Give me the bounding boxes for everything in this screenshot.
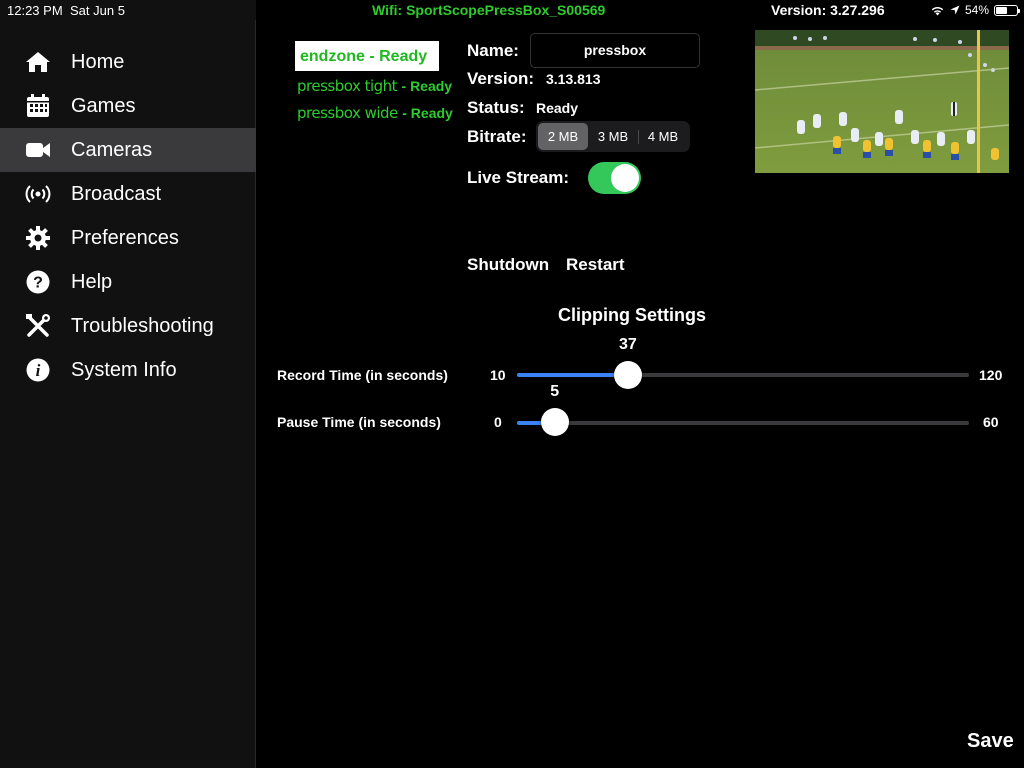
camera-name: endzone	[300, 48, 365, 65]
status-bar: 12:23 PM Sat Jun 5 Wifi: SportScopePress…	[0, 0, 1024, 20]
camera-status: - Ready	[369, 48, 428, 65]
pause-time-slider-thumb[interactable]	[540, 408, 569, 436]
camera-status: - Ready	[401, 78, 453, 94]
camera-item-endzone[interactable]: endzone - Ready	[295, 41, 439, 71]
save-button[interactable]: Save	[967, 730, 1014, 753]
sidebar-item-label: Preferences	[71, 227, 179, 249]
sidebar-item-label: System Info	[71, 359, 177, 381]
status-date: Sat Jun 5	[70, 3, 125, 18]
sidebar-item-preferences[interactable]: Preferences	[0, 216, 256, 260]
record-time-label: Record Time (in seconds)	[277, 367, 448, 383]
bitrate-segmented-control: 2 MB 3 MB 4 MB	[536, 121, 690, 152]
battery-icon	[994, 4, 1021, 16]
shutdown-button[interactable]: Shutdown	[467, 255, 549, 275]
svg-text:?: ?	[33, 275, 43, 292]
camera-name: pressbox wide	[297, 104, 398, 122]
name-label: Name:	[467, 41, 519, 60]
camera-status: - Ready	[402, 105, 453, 121]
wifi-icon	[931, 6, 944, 15]
battery-percent: 54%	[965, 3, 990, 17]
sidebar-item-help[interactable]: ? Help	[0, 260, 256, 304]
sidebar-item-broadcast[interactable]: Broadcast	[0, 172, 256, 216]
name-field[interactable]: pressbox	[530, 33, 700, 68]
toggle-knob	[611, 164, 639, 192]
status-value: Ready	[536, 100, 579, 116]
gear-icon	[25, 226, 51, 250]
tools-icon	[25, 314, 51, 338]
sidebar-item-cameras[interactable]: Cameras	[0, 128, 256, 172]
restart-button[interactable]: Restart	[566, 255, 625, 275]
bitrate-option-4mb[interactable]: 4 MB	[638, 123, 688, 150]
record-time-slider-thumb[interactable]	[613, 361, 642, 389]
home-icon	[25, 50, 51, 74]
pause-time-label: Pause Time (in seconds)	[277, 414, 441, 430]
pause-time-value: 5	[550, 383, 560, 400]
camera-name: pressbox tight	[297, 77, 398, 95]
sidebar-item-label: Help	[71, 271, 113, 293]
sidebar-item-system-info[interactable]: i System Info	[0, 348, 256, 392]
sidebar-item-label: Broadcast	[71, 183, 162, 205]
help-icon: ?	[25, 270, 51, 294]
broadcast-icon	[25, 182, 51, 206]
wifi-network-label: Wifi: SportScopePressBox_S00569	[372, 2, 606, 18]
record-time-value: 37	[619, 336, 637, 353]
clipping-settings-title: Clipping Settings	[558, 305, 706, 325]
sidebar-item-home[interactable]: Home	[0, 40, 256, 84]
camera-preview-image	[755, 30, 1009, 173]
bitrate-option-3mb[interactable]: 3 MB	[588, 123, 638, 150]
sidebar-item-label: Home	[71, 51, 125, 73]
record-time-max: 120	[979, 367, 1003, 383]
system-icons: 54%	[930, 3, 1021, 17]
svg-text:i: i	[36, 361, 41, 380]
record-time-slider-fill	[517, 373, 628, 377]
live-stream-toggle[interactable]	[588, 162, 641, 194]
sidebar-item-label: Games	[71, 95, 136, 117]
info-icon: i	[25, 358, 51, 382]
version-value: 3.13.813	[546, 71, 601, 87]
camera-item-pressbox-wide[interactable]: pressbox wide - Ready	[297, 104, 453, 123]
video-camera-icon	[25, 138, 51, 162]
record-time-slider[interactable]	[517, 373, 969, 377]
pause-time-slider[interactable]	[517, 421, 969, 425]
bitrate-label: Bitrate:	[467, 127, 527, 146]
version-label: Version:	[467, 69, 535, 88]
sidebar-item-troubleshooting[interactable]: Troubleshooting	[0, 304, 256, 348]
bitrate-option-2mb[interactable]: 2 MB	[538, 123, 588, 150]
pause-time-min: 0	[494, 414, 502, 430]
camera-item-pressbox-tight[interactable]: pressbox tight - Ready	[297, 77, 452, 96]
sidebar-item-games[interactable]: Games	[0, 84, 256, 128]
location-icon	[950, 5, 960, 15]
calendar-icon	[25, 94, 51, 118]
record-time-min: 10	[490, 367, 506, 383]
live-stream-label: Live Stream:	[467, 168, 570, 187]
sidebar-item-label: Cameras	[71, 139, 153, 161]
status-time: 12:23 PM	[7, 3, 63, 18]
status-label: Status:	[467, 98, 525, 117]
sidebar-item-label: Troubleshooting	[71, 315, 214, 337]
app-version-label: Version: 3.27.296	[771, 2, 885, 18]
pause-time-max: 60	[983, 414, 999, 430]
sidebar: Home Games Cameras Broadcast Preferences…	[0, 20, 256, 768]
